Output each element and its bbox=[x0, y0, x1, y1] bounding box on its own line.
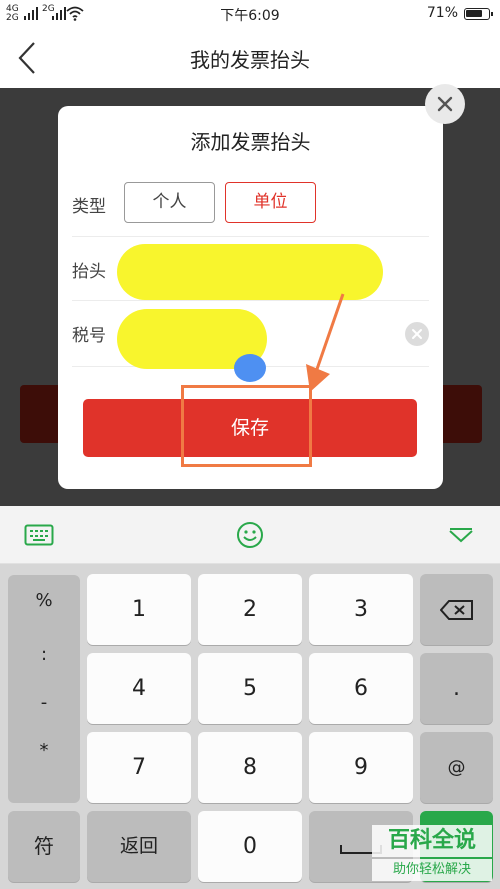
key-label: @ bbox=[447, 757, 466, 778]
key-8[interactable]: 8 bbox=[198, 732, 302, 803]
key-percent[interactable]: % bbox=[8, 590, 80, 640]
key-label: 6 bbox=[354, 676, 368, 701]
watermark-title: 百科全说 bbox=[372, 825, 492, 857]
key-label: . bbox=[453, 676, 460, 701]
type-label: 类型 bbox=[72, 197, 106, 217]
key-symbols[interactable]: 符 bbox=[8, 811, 80, 882]
key-2[interactable]: 2 bbox=[198, 574, 302, 645]
key-6[interactable]: 6 bbox=[309, 653, 413, 724]
key-label: 返回 bbox=[119, 835, 158, 857]
key-at[interactable]: @ bbox=[420, 732, 493, 803]
status-time: 下午6:09 bbox=[220, 8, 280, 24]
header-label: 抬头 bbox=[72, 262, 106, 282]
key-0[interactable]: 0 bbox=[198, 811, 302, 882]
key-1[interactable]: 1 bbox=[87, 574, 191, 645]
key-dash[interactable]: - bbox=[8, 692, 80, 742]
key-label: 5 bbox=[243, 676, 257, 701]
annotation-arrow bbox=[306, 293, 345, 392]
key-colon[interactable]: : bbox=[8, 644, 80, 694]
annotation-highlight-box bbox=[181, 385, 312, 467]
key-label: 8 bbox=[243, 755, 257, 780]
type-company-button[interactable]: 单位 bbox=[225, 182, 316, 223]
tax-number-label: 税号 bbox=[72, 326, 106, 346]
status-bar: 4G 2G 2G 下午6:09 71% bbox=[0, 0, 500, 28]
key-backspace[interactable] bbox=[420, 574, 493, 645]
dialog-close-button[interactable] bbox=[425, 84, 465, 124]
dialog-title: 添加发票抬头 bbox=[190, 130, 311, 154]
keyboard-toolbar bbox=[0, 506, 500, 564]
page-title: 我的发票抬头 bbox=[190, 48, 310, 72]
key-asterisk[interactable]: * bbox=[8, 740, 80, 790]
emoji-icon[interactable] bbox=[236, 521, 264, 549]
key-3[interactable]: 3 bbox=[309, 574, 413, 645]
battery-icon bbox=[464, 8, 493, 20]
key-label: 0 bbox=[243, 834, 257, 859]
key-4[interactable]: 4 bbox=[87, 653, 191, 724]
keyboard-icon[interactable] bbox=[24, 524, 54, 546]
key-label: 4 bbox=[132, 676, 146, 701]
battery-percent: 71% bbox=[426, 5, 458, 21]
close-icon bbox=[437, 96, 453, 112]
watermark-subtitle: 助你轻松解决 bbox=[372, 859, 492, 881]
key-label: 符 bbox=[34, 834, 54, 858]
key-5[interactable]: 5 bbox=[198, 653, 302, 724]
backspace-icon bbox=[440, 600, 473, 620]
type-personal-button[interactable]: 个人 bbox=[124, 182, 215, 223]
text-cursor-handle[interactable] bbox=[234, 354, 266, 382]
clear-icon bbox=[412, 329, 422, 339]
key-9[interactable]: 9 bbox=[309, 732, 413, 803]
nav-bar: 我的发票抬头 bbox=[0, 28, 500, 88]
key-label: 2 bbox=[243, 597, 257, 622]
watermark-logo: 百科全说 助你轻松解决 bbox=[372, 825, 492, 885]
key-back[interactable]: 返回 bbox=[87, 811, 191, 882]
key-label: 9 bbox=[354, 755, 368, 780]
key-label: 7 bbox=[132, 755, 146, 780]
clear-input-button[interactable] bbox=[405, 322, 429, 346]
collapse-icon[interactable] bbox=[448, 528, 474, 544]
key-period[interactable]: . bbox=[420, 653, 493, 724]
key-label: 1 bbox=[132, 597, 146, 622]
key-7[interactable]: 7 bbox=[87, 732, 191, 803]
key-label: 3 bbox=[354, 597, 368, 622]
